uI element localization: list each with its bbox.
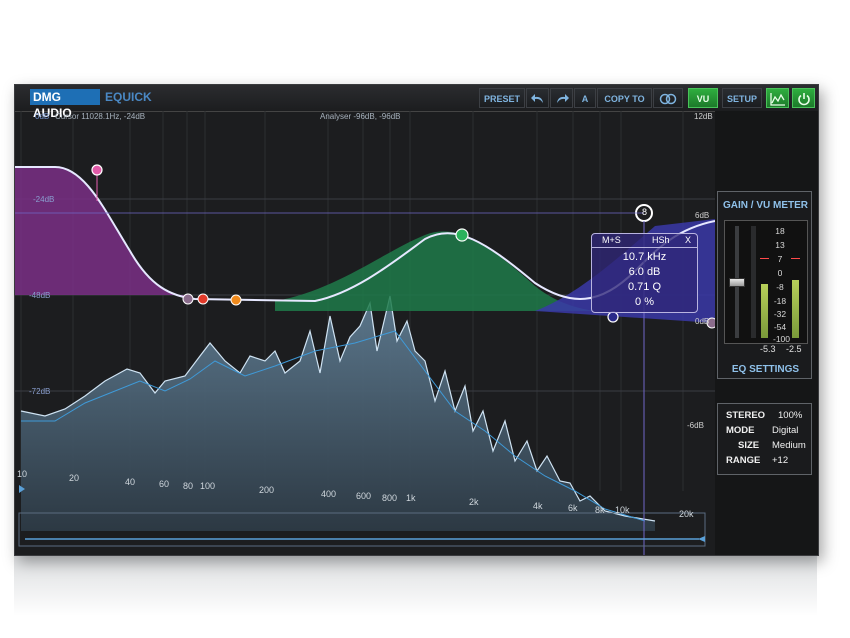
gain-fader-handle[interactable] — [729, 278, 745, 287]
range-value[interactable]: +12 — [772, 455, 788, 466]
redo-icon — [556, 94, 569, 103]
band-3-handle[interactable] — [197, 293, 209, 305]
product-name: EQUICK — [105, 90, 152, 104]
db-label-right-3: -6dB — [687, 421, 704, 430]
freq-label: 20k — [679, 509, 694, 519]
link-icon — [659, 93, 677, 105]
vu-scale-label: -54 — [773, 322, 787, 332]
brand-logo: DMG AUDIO — [30, 89, 100, 120]
freq-label: 20 — [69, 473, 80, 483]
gain-vu-panel: GAIN / VU METER 18 13 7 0 -8 -18 -32 -54… — [717, 191, 812, 379]
top-left-db-label: 0dB — [35, 112, 50, 121]
redo-button[interactable] — [550, 88, 573, 108]
freq-label: 200 — [259, 485, 275, 495]
band-mix-value[interactable]: 0 % — [592, 296, 697, 308]
band-frequency-value[interactable]: 10.7 kHz — [592, 251, 697, 263]
freq-label: 10 — [17, 469, 28, 479]
freq-label: 6k — [568, 503, 578, 513]
peak-hold-right — [791, 258, 800, 259]
peak-hold-left — [760, 258, 769, 259]
band-7-handle[interactable] — [607, 311, 619, 323]
vu-scale-label: 13 — [775, 240, 785, 250]
power-button[interactable] — [792, 88, 815, 108]
power-icon — [797, 93, 810, 106]
db-label-left-2: -48dB — [29, 291, 51, 300]
db-label-right-2: 0dB — [695, 317, 710, 326]
copy-to-button[interactable]: COPY TO — [597, 88, 652, 108]
eq-settings-title: EQ SETTINGS — [731, 364, 800, 375]
band-1-lowcut-region — [15, 167, 190, 297]
right-vu-readout: -2.5 — [786, 344, 802, 354]
filter-type-tab[interactable]: HSh — [652, 235, 670, 245]
vu-scale-label: 0 — [777, 268, 783, 278]
analyser-readout: Analyser -96dB, -96dB — [320, 112, 401, 121]
size-value[interactable]: Medium — [772, 440, 806, 451]
vu-scale-label: 18 — [775, 226, 785, 236]
eq-display[interactable]: 0dB Cursor 11028.1Hz, -24dB Analyser -96… — [15, 111, 715, 555]
db-label-left-3: -72dB — [29, 387, 51, 396]
freq-label: 600 — [356, 491, 372, 501]
link-button[interactable] — [653, 88, 683, 108]
freq-label: 80 — [183, 481, 194, 491]
top-right-db-label: 12dB — [694, 112, 713, 121]
undo-button[interactable] — [526, 88, 549, 108]
setup-button[interactable]: SETUP — [722, 88, 762, 108]
db-label-right-1: 6dB — [695, 211, 710, 220]
tooltip-header: M+S HSh X — [592, 234, 697, 248]
freq-label: 40 — [125, 477, 136, 487]
band-8-tooltip[interactable]: M+S HSh X 10.7 kHz 6.0 dB 0.71 Q 0 % — [591, 233, 698, 313]
freq-label: 100 — [200, 481, 216, 491]
freq-label: 60 — [159, 479, 170, 489]
window-reflection — [14, 556, 817, 616]
spectrum-fill — [21, 296, 655, 531]
band-4-handle[interactable] — [230, 294, 242, 306]
freq-label: 400 — [321, 489, 337, 499]
selected-band-number: 8 — [641, 207, 647, 217]
range-key: RANGE — [726, 455, 761, 466]
right-side-panel: GAIN / VU METER 18 13 7 0 -8 -18 -32 -54… — [715, 111, 818, 555]
spectrum-graph-icon — [769, 93, 785, 106]
left-output-bar — [761, 284, 768, 338]
vu-scale-label: -18 — [773, 296, 787, 306]
vu-scale-label: -8 — [776, 282, 784, 292]
vu-scale-label: -100 — [773, 334, 791, 344]
vu-scale-label: 7 — [777, 254, 783, 264]
vu-scale-label: -32 — [773, 309, 787, 319]
close-band-button[interactable]: X — [685, 235, 691, 245]
vu-button[interactable]: VU — [688, 88, 718, 108]
left-vu-readout: -5.3 — [760, 344, 776, 354]
eq-settings-panel[interactable]: STEREO 100% MODE Digital SIZE Medium RAN… — [717, 403, 812, 475]
ab-compare-button[interactable]: A — [574, 88, 596, 108]
cursor-readout: Cursor 11028.1Hz, -24dB — [55, 112, 146, 121]
undo-icon — [530, 94, 543, 103]
plugin-window: DMG AUDIO EQUICK PRESET A COPY TO VU SET… — [14, 84, 819, 556]
gain-vu-title: GAIN / VU METER — [722, 200, 808, 211]
band-gain-value[interactable]: 6.0 dB — [592, 266, 697, 278]
freq-label: 800 — [382, 493, 398, 503]
band-q-value[interactable]: 0.71 Q — [592, 281, 697, 293]
band-2-handle[interactable] — [182, 293, 194, 305]
freq-label: 10k — [615, 505, 630, 515]
freq-label: 4k — [533, 501, 543, 511]
mid-side-tab[interactable]: M+S — [602, 235, 621, 245]
analyser-toggle-button[interactable] — [766, 88, 789, 108]
scroll-right-arrow[interactable] — [698, 536, 705, 542]
size-key: SIZE — [738, 440, 760, 451]
stereo-value[interactable]: 100% — [778, 410, 802, 421]
db-label-left-1: -24dB — [33, 195, 55, 204]
freq-label: 8k — [595, 505, 605, 515]
input-level-bar — [751, 226, 756, 338]
mode-key: MODE — [726, 425, 755, 436]
stereo-key: STEREO — [726, 410, 766, 421]
band-1-handle[interactable] — [91, 164, 103, 176]
preset-button[interactable]: PRESET — [479, 88, 525, 108]
eq-graph[interactable] — [15, 111, 715, 555]
band-6-handle[interactable] — [455, 228, 469, 242]
freq-label: 1k — [406, 493, 416, 503]
right-output-bar — [792, 280, 799, 338]
mode-value[interactable]: Digital — [772, 425, 798, 436]
freq-label: 2k — [469, 497, 479, 507]
top-toolbar: DMG AUDIO EQUICK PRESET A COPY TO VU SET… — [15, 85, 818, 120]
